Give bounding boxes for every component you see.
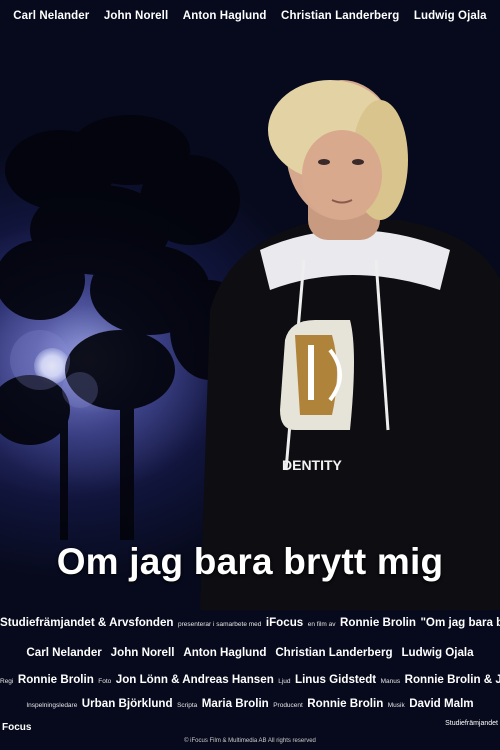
movie-title: Om jag bara brytt mig [56,541,444,582]
cast-name: Carl Nelander [13,10,90,22]
credit-label: Scripta [177,702,198,709]
cast-name: Ludwig Ojala [401,646,474,659]
credit-text: "Om jag bara brytt mig" [420,616,500,629]
credit-text: Ronnie Brolin [17,673,94,686]
cast-name: Christian Landerberg [275,646,393,659]
credit-label: Foto [98,678,112,685]
credit-text: iFocus [265,616,304,629]
boy-in-hoodie: DENTITY [200,80,500,610]
cast-name: Anton Haglund [183,646,267,659]
movie-poster: DENTITY Carl Nelander John Norell Anton … [0,0,500,750]
credit-line-presents: Studiefrämjandet & Arvsfonden presentera… [0,614,500,630]
copyright-text: © iFocus Film & Multimedia AB All rights… [184,738,316,744]
credit-line-crew-1: Regi Ronnie Brolin Foto Jon Lönn & Andre… [0,671,500,687]
credit-text: Urban Björklund [81,697,173,710]
credit-text: David Malm [409,697,474,710]
credit-text: Jon Lönn & Andreas Hansen [115,673,274,686]
credit-label: Ljud [278,678,291,685]
credit-label: Regi [0,678,14,685]
credit-line-crew-2: Inspelningsledare Urban Björklund Script… [0,695,500,711]
credit-text: Studiefrämjandet & Arvsfonden [0,616,174,629]
credit-small: en film av [307,621,336,628]
cast-name: John Norell [110,646,175,659]
credit-text: Ronnie Brolin & Jenny Larsson [404,673,500,686]
credit-block: Studiefrämjandet & Arvsfonden presentera… [0,614,500,711]
credit-text: Maria Brolin [201,697,269,710]
hoodie-text: DENTITY [282,457,343,473]
credit-label: Musik [387,702,405,709]
credit-text: Ronnie Brolin [339,616,416,629]
credit-line-cast: Carl Nelander John Norell Anton Haglund … [0,644,500,660]
cast-name: Anton Haglund [182,10,267,22]
credit-label: Manus [380,678,401,685]
credit-small: presenterar i samarbete med [177,621,262,628]
cast-name: John Norell [103,10,169,22]
cast-name: Carl Nelander [26,646,102,659]
studieframjandet-logo: Studiefrämjandet [445,720,498,727]
cast-name: Ludwig Ojala [413,10,487,22]
credit-text: Linus Gidstedt [295,673,377,686]
ifocus-logo: Focus [2,722,32,733]
cast-name: Christian Landerberg [281,10,400,22]
credit-label: Inspelningsledare [26,702,78,709]
credit-label: Producent [273,702,303,709]
credit-text: Ronnie Brolin [307,697,384,710]
top-cast-list: Carl Nelander John Norell Anton Haglund … [0,10,500,22]
